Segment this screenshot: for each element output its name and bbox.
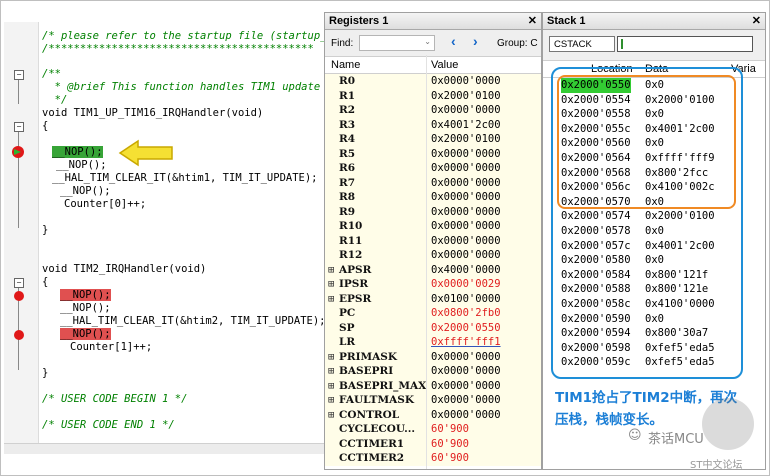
outer-border — [0, 0, 770, 476]
ide-screenshot: /* please refer to the startup file (sta… — [0, 0, 770, 476]
